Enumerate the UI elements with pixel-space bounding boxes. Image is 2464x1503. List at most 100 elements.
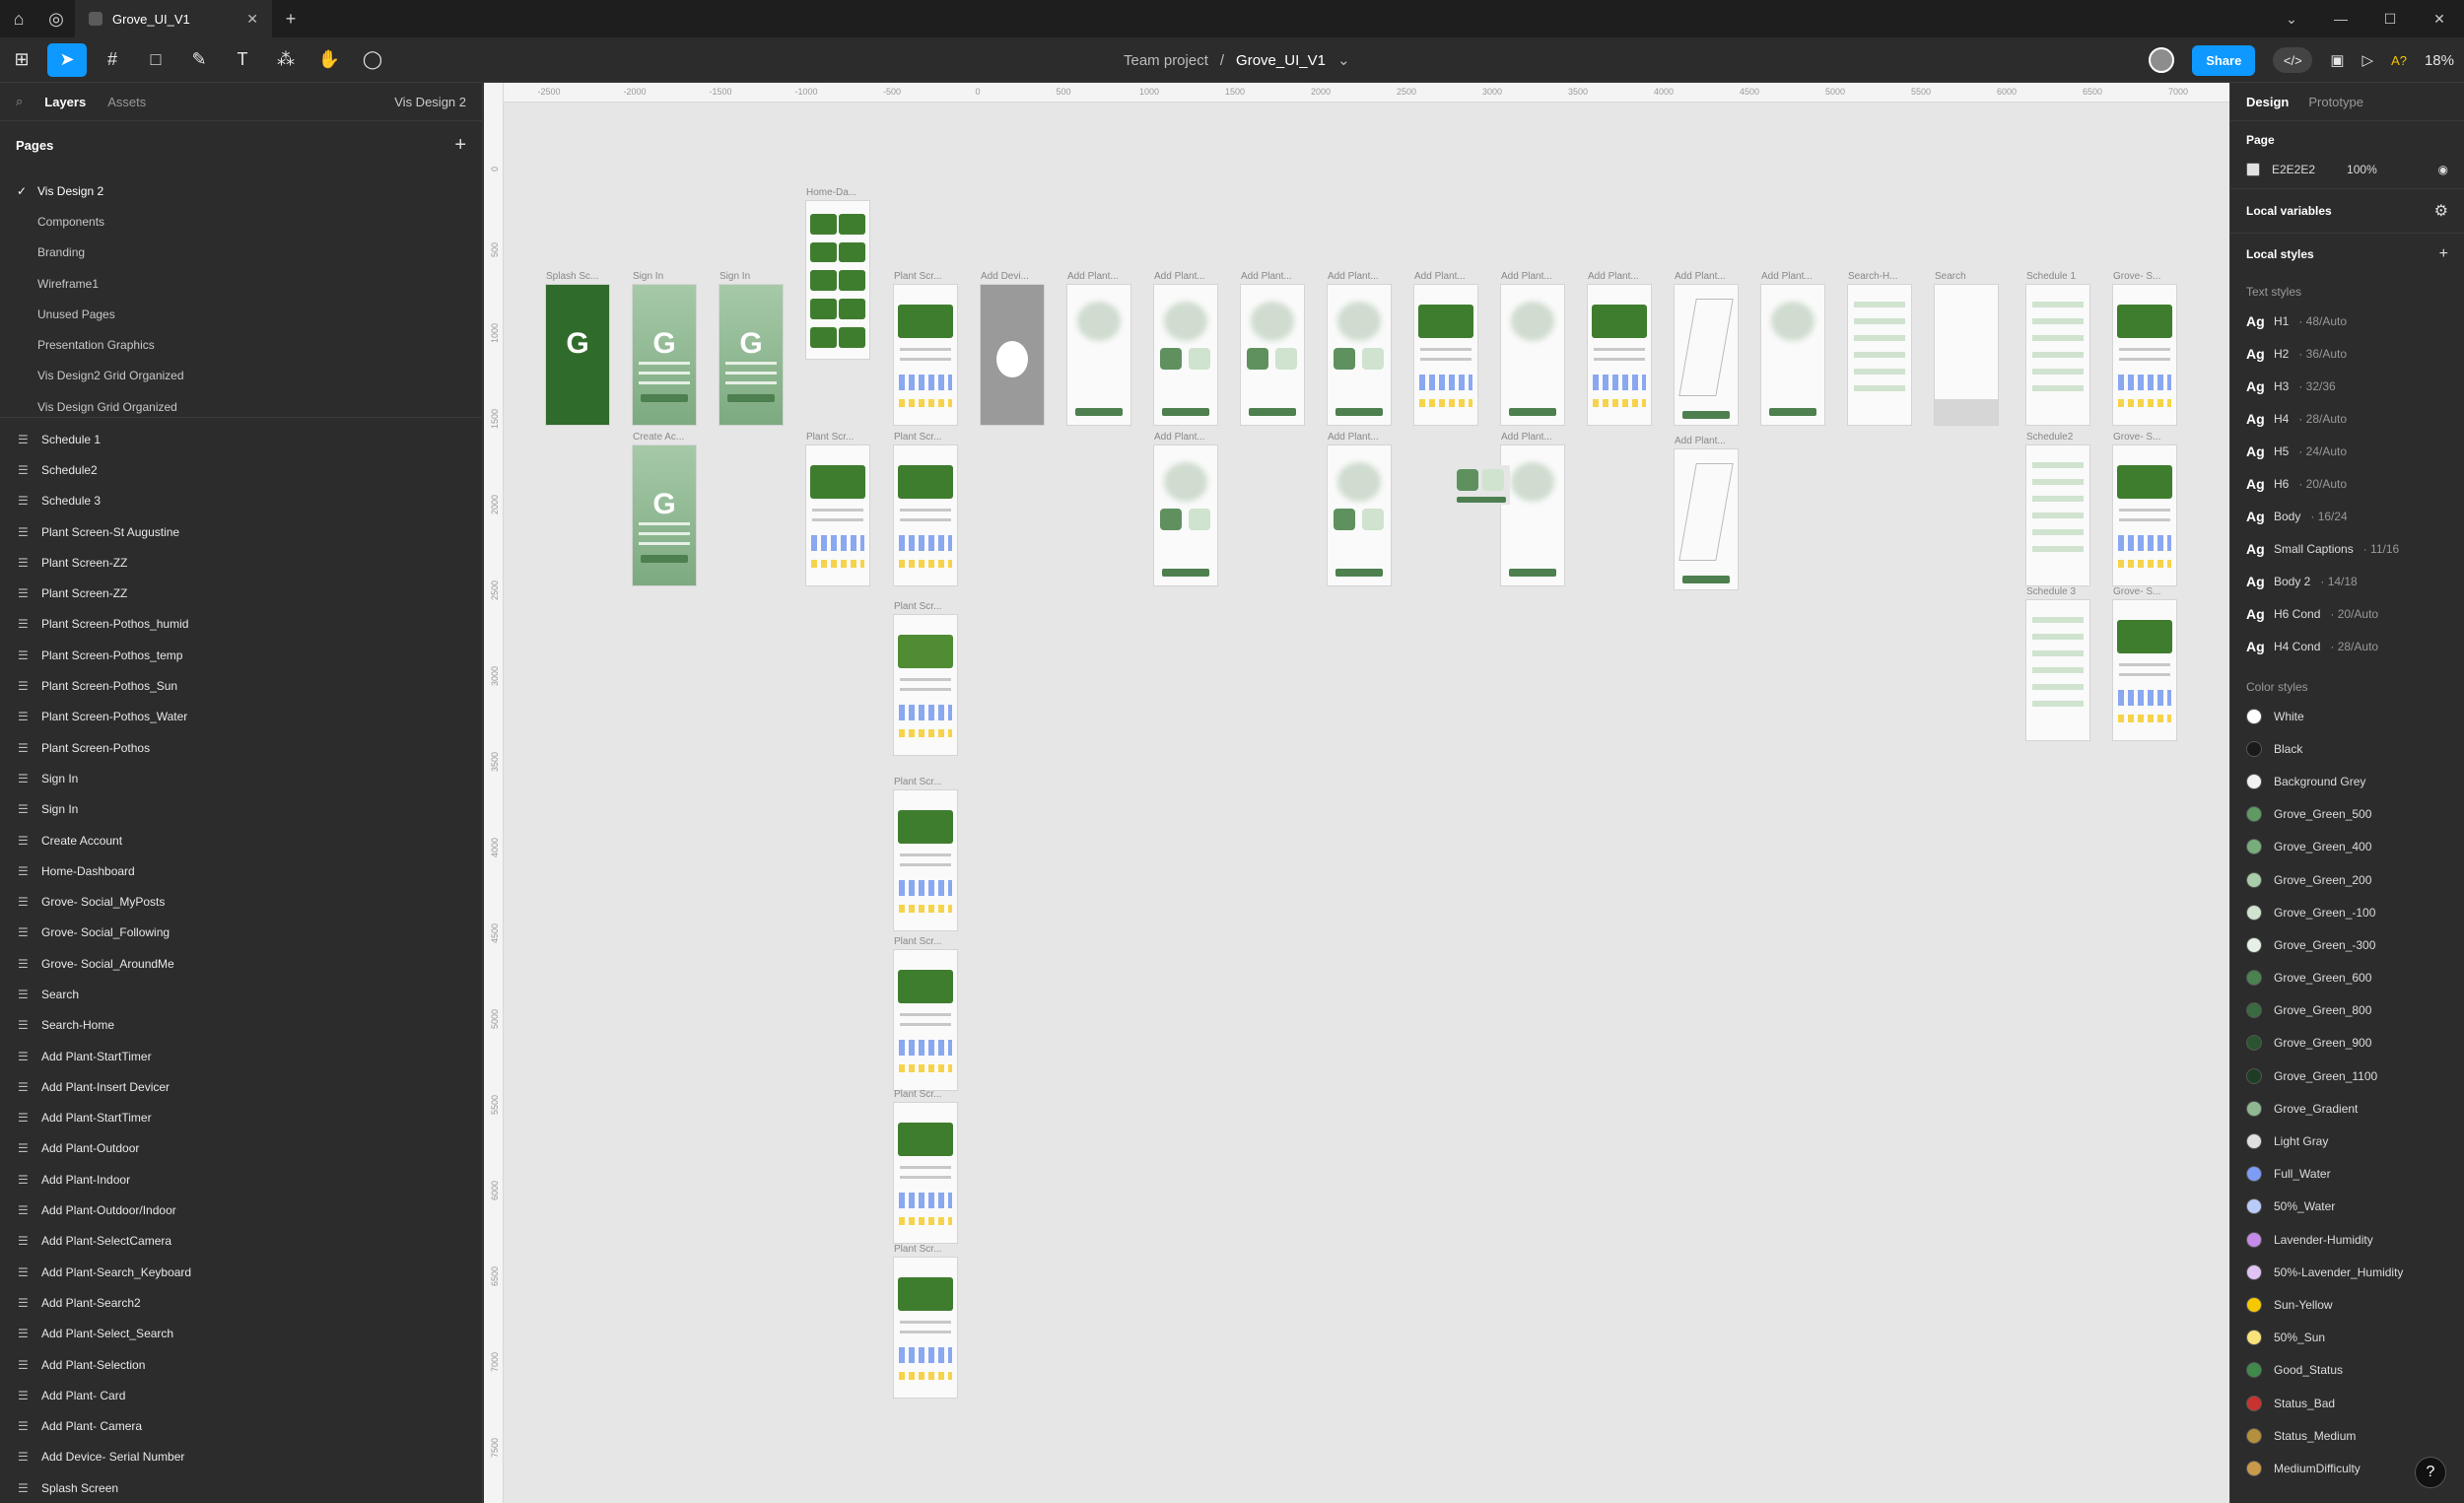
globe-icon[interactable]: ◎ <box>37 0 75 37</box>
frame-label[interactable]: Grove- S... <box>2113 586 2160 597</box>
tab-prototype[interactable]: Prototype <box>2308 95 2363 109</box>
frame-add1[interactable] <box>1067 285 1130 425</box>
layer-item[interactable]: ☰ Add Plant-StartTimer <box>0 1041 482 1071</box>
color-style-item[interactable]: 50%_Water <box>2246 1191 2448 1223</box>
chevron-down-icon[interactable]: ⌄ <box>1337 51 1350 69</box>
window-close-icon[interactable]: ✕ <box>2415 0 2464 37</box>
frame-label[interactable]: Add Plant... <box>1501 271 1552 282</box>
layer-item[interactable]: ☰ Search-Home <box>0 1010 482 1041</box>
frame-signin2[interactable]: G <box>719 285 783 425</box>
text-style-item[interactable]: Ag H5 · 24/Auto <box>2246 435 2448 467</box>
frame-label[interactable]: Plant Scr... <box>894 777 941 787</box>
layer-item[interactable]: ☰ Add Plant-Outdoor <box>0 1133 482 1164</box>
page-item[interactable]: Components <box>0 206 482 237</box>
tab-design[interactable]: Design <box>2246 95 2289 109</box>
frame-grove3[interactable] <box>2113 600 2176 740</box>
text-style-item[interactable]: Ag H1 · 48/Auto <box>2246 305 2448 337</box>
frame-label[interactable]: Sign In <box>719 271 750 282</box>
text-style-item[interactable]: Ag H4 · 28/Auto <box>2246 402 2448 435</box>
color-style-item[interactable]: Sun-Yellow <box>2246 1288 2448 1321</box>
layer-item[interactable]: ☰ Plant Screen-ZZ <box>0 547 482 578</box>
page-item[interactable]: Branding <box>0 238 482 268</box>
maximize-icon[interactable]: ☐ <box>2365 0 2415 37</box>
color-style-item[interactable]: Light Gray <box>2246 1125 2448 1157</box>
frame-label[interactable]: Add Plant... <box>1328 432 1379 443</box>
color-style-item[interactable]: Status_Bad <box>2246 1387 2448 1419</box>
frame-grove2[interactable] <box>2113 445 2176 585</box>
frame-plant5[interactable] <box>894 950 957 1090</box>
frame-signin1[interactable]: G <box>633 285 696 425</box>
frame-plant1[interactable] <box>894 285 957 425</box>
frame-label[interactable]: Create Ac... <box>633 432 684 443</box>
frame-add8r2[interactable] <box>1675 449 1738 589</box>
frame-label[interactable]: Add Plant... <box>1414 271 1466 282</box>
page-color-swatch[interactable] <box>2246 163 2260 176</box>
frame-label[interactable]: Plant Scr... <box>894 1244 941 1255</box>
layer-item[interactable]: ☰ Schedule 1 <box>0 424 482 454</box>
frame-label[interactable]: Plant Scr... <box>894 936 941 947</box>
add-style-icon[interactable]: + <box>2439 245 2448 263</box>
text-style-item[interactable]: Ag H4 Cond · 28/Auto <box>2246 630 2448 662</box>
layer-item[interactable]: ☰ Search <box>0 979 482 1009</box>
color-style-item[interactable]: Status_Medium <box>2246 1419 2448 1452</box>
frame-create[interactable]: G <box>633 445 696 585</box>
frame-label[interactable]: Splash Sc... <box>546 271 598 282</box>
frame-sched2[interactable] <box>2026 445 2089 585</box>
move-tool-icon[interactable]: ➤ <box>47 42 87 77</box>
color-style-item[interactable]: Grove_Green_500 <box>2246 798 2448 831</box>
hand-tool-icon[interactable]: ✋ <box>308 37 351 83</box>
text-style-item[interactable]: Ag Body 2 · 14/18 <box>2246 565 2448 597</box>
layer-item[interactable]: ☰ Plant Screen-ZZ <box>0 578 482 608</box>
layer-item[interactable]: ☰ Add Plant- Camera <box>0 1411 482 1442</box>
design-canvas[interactable]: -2500 -2000 -1500 -1000 -500 0 500 1000 1500 2000… <box>484 83 2229 1503</box>
frame-label[interactable]: Add Plant... <box>1067 271 1119 282</box>
frame-add9[interactable] <box>1761 285 1824 425</box>
frame-label[interactable]: Add Plant... <box>1154 432 1205 443</box>
frame-label[interactable]: Schedule 1 <box>2026 271 2076 282</box>
text-style-item[interactable]: Ag Body · 16/24 <box>2246 500 2448 532</box>
frame-label[interactable]: Add Plant... <box>1761 271 1813 282</box>
layer-item[interactable]: ☰ Add Device- Serial Number <box>0 1442 482 1472</box>
main-menu-icon[interactable]: ⊞ <box>0 37 43 83</box>
color-style-item[interactable]: Grove_Green_200 <box>2246 863 2448 896</box>
frame-add6r2[interactable] <box>1501 445 1564 585</box>
frame-label[interactable]: Add Plant... <box>1154 271 1205 282</box>
layer-item[interactable]: ☰ Splash Screen <box>0 1472 482 1503</box>
color-style-item[interactable]: Grove_Gradient <box>2246 1092 2448 1125</box>
color-style-item[interactable]: Grove_Green_800 <box>2246 994 2448 1027</box>
text-tool-icon[interactable]: T <box>221 37 264 83</box>
add-page-icon[interactable]: + <box>454 134 466 157</box>
layer-item[interactable]: ☰ Add Plant-Selection <box>0 1349 482 1380</box>
tab-layers[interactable]: Layers <box>44 95 86 109</box>
layer-item[interactable]: ☰ Schedule2 <box>0 454 482 485</box>
search-icon[interactable]: ⌕ <box>16 94 23 109</box>
frame-label[interactable]: Grove- S... <box>2113 271 2160 282</box>
new-tab-plus-icon[interactable]: + <box>272 0 309 37</box>
variables-settings-icon[interactable]: ⚙ <box>2434 201 2448 221</box>
color-style-item[interactable]: Grove_Green_1100 <box>2246 1059 2448 1092</box>
frame-add4[interactable] <box>1328 285 1391 425</box>
shape-tool-icon[interactable]: □ <box>134 37 177 83</box>
frame-add2[interactable] <box>1154 285 1217 425</box>
frame-sched1[interactable] <box>2026 285 2089 425</box>
present-play-icon[interactable]: ▷ <box>2362 51 2374 69</box>
page-color-value[interactable]: E2E2E2 <box>2272 163 2315 176</box>
frame-label[interactable]: Add Plant... <box>1675 436 1726 446</box>
layer-item[interactable]: ☰ Grove- Social_Following <box>0 918 482 948</box>
floating-camera-component[interactable] <box>1453 465 1510 505</box>
frame-label[interactable]: Add Plant... <box>1501 432 1552 443</box>
comment-icon[interactable]: ◯ <box>351 37 394 83</box>
layer-item[interactable]: ☰ Plant Screen-Pothos_temp <box>0 640 482 670</box>
color-style-item[interactable]: White <box>2246 700 2448 732</box>
layer-item[interactable]: ☰ Sign In <box>0 794 482 825</box>
frame-add3[interactable] <box>1241 285 1304 425</box>
file-name[interactable]: Grove_UI_V1 <box>1236 52 1326 69</box>
text-style-item[interactable]: Ag H2 · 36/Auto <box>2246 337 2448 370</box>
frame-add4r2[interactable] <box>1328 445 1391 585</box>
layer-item[interactable]: ☰ Add Plant-StartTimer <box>0 1103 482 1133</box>
frame-searchhome[interactable] <box>1848 285 1911 425</box>
layer-item[interactable]: ☰ Grove- Social_AroundMe <box>0 948 482 979</box>
share-button[interactable]: Share <box>2192 44 2256 76</box>
page-opacity-value[interactable]: 100% <box>2347 163 2377 176</box>
page-selector[interactable]: Vis Design 2 <box>394 95 466 109</box>
